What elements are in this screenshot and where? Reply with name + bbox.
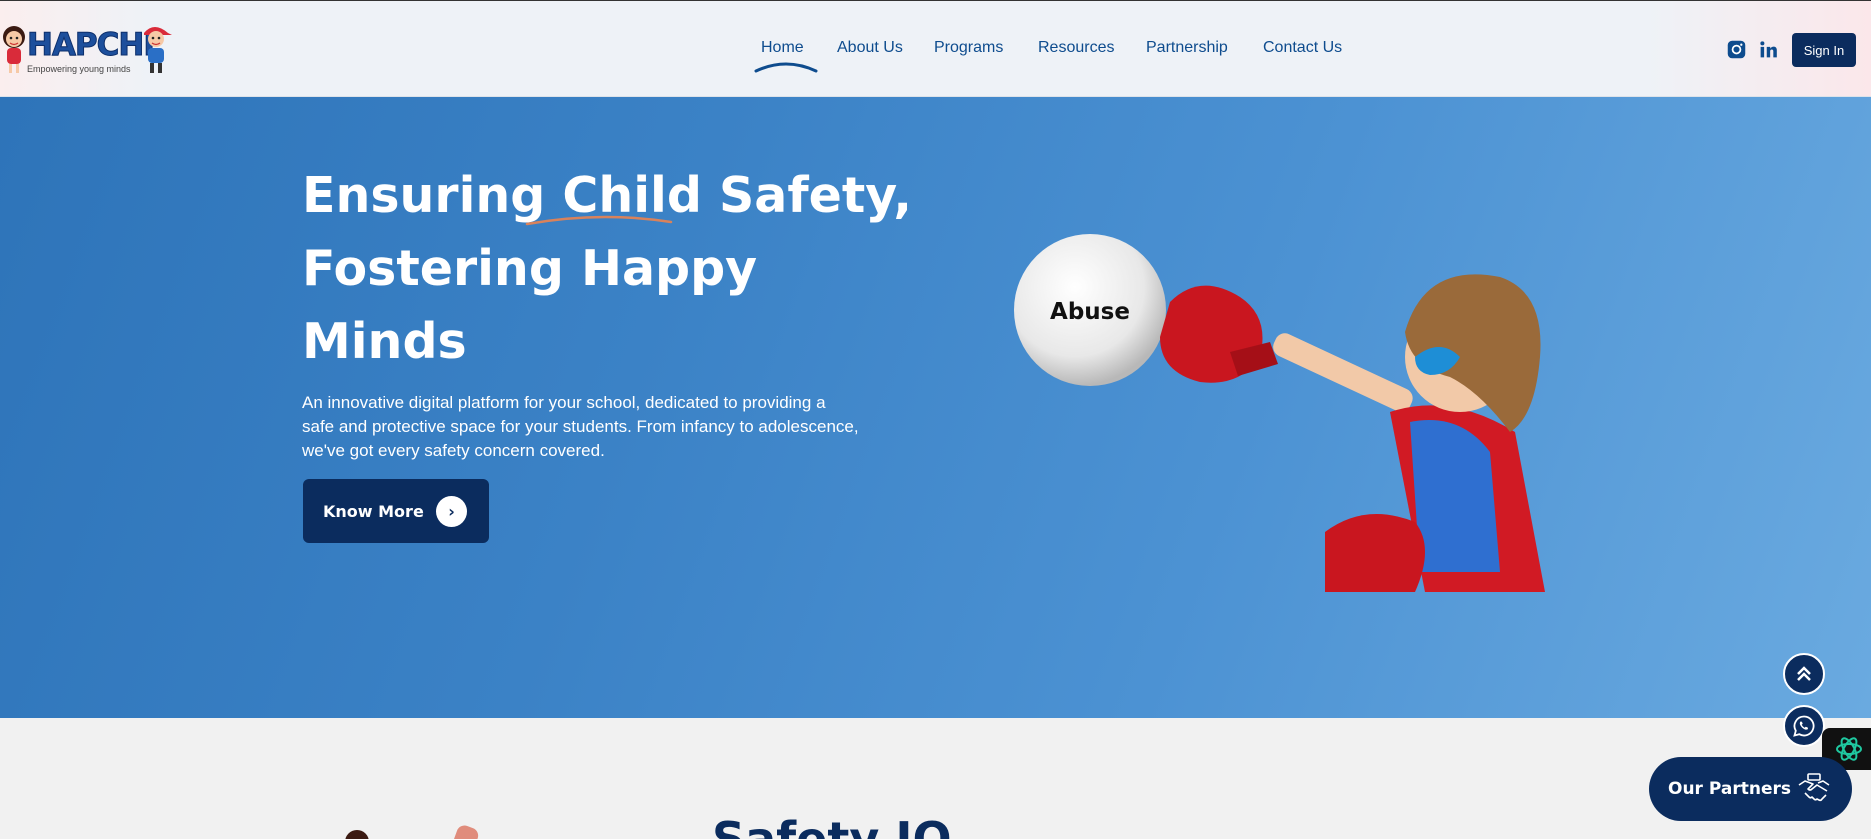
ball-label: Abuse xyxy=(1050,299,1130,325)
nav-about-us[interactable]: About Us xyxy=(837,39,903,57)
instagram-icon[interactable] xyxy=(1726,39,1747,60)
logo-tagline: Empowering young minds xyxy=(27,64,131,74)
nav-partnership[interactable]: Partnership xyxy=(1146,39,1228,57)
scroll-to-top-button[interactable] xyxy=(1783,653,1825,695)
hero-description: An innovative digital platform for your … xyxy=(302,393,859,460)
hero-title-line-3: Minds xyxy=(302,313,467,370)
hero-title: Ensuring Child Safety, Fostering Happy M… xyxy=(302,159,912,378)
chevron-right-icon: › xyxy=(436,496,467,527)
know-more-label: Know More xyxy=(323,501,424,521)
nav-active-underline xyxy=(754,62,818,73)
nav-programs[interactable]: Programs xyxy=(934,39,1003,57)
openai-icon xyxy=(1836,737,1862,761)
our-partners-button[interactable]: Our Partners xyxy=(1649,757,1852,821)
nav-contact-us[interactable]: Contact Us xyxy=(1263,39,1342,57)
handshake-icon xyxy=(1798,773,1830,802)
nav-resources[interactable]: Resources xyxy=(1038,39,1114,57)
nav-home[interactable]: Home xyxy=(761,39,804,57)
our-partners-label: Our Partners xyxy=(1668,779,1791,799)
section-illustration xyxy=(345,825,479,839)
safety-iq-heading: Safety IQ xyxy=(712,812,952,839)
logo-girl-icon xyxy=(3,26,25,73)
child-underline-accent xyxy=(525,215,673,226)
sign-in-button[interactable]: Sign In xyxy=(1792,33,1856,67)
hero-title-line-2: Fostering Happy xyxy=(302,240,758,297)
hero-section: Ensuring Child Safety, Fostering Happy M… xyxy=(0,97,1871,718)
site-header: HAPCHI Empowering young minds Home About… xyxy=(0,0,1871,97)
hero-title-part: Safety, xyxy=(701,167,913,224)
logo-boy-icon xyxy=(144,27,172,73)
logo-wordmark: HAPCHI xyxy=(27,27,156,64)
hapchi-logo[interactable]: HAPCHI Empowering young minds xyxy=(0,19,180,81)
superhero-kid-image: Abuse xyxy=(1014,234,1545,592)
know-more-button[interactable]: Know More › xyxy=(303,479,489,543)
hero-title-part: Ensuring xyxy=(302,167,563,224)
double-chevron-up-icon xyxy=(1797,666,1811,681)
linkedin-icon[interactable] xyxy=(1758,39,1779,60)
whatsapp-icon xyxy=(1793,715,1815,737)
whatsapp-button[interactable] xyxy=(1783,705,1825,747)
